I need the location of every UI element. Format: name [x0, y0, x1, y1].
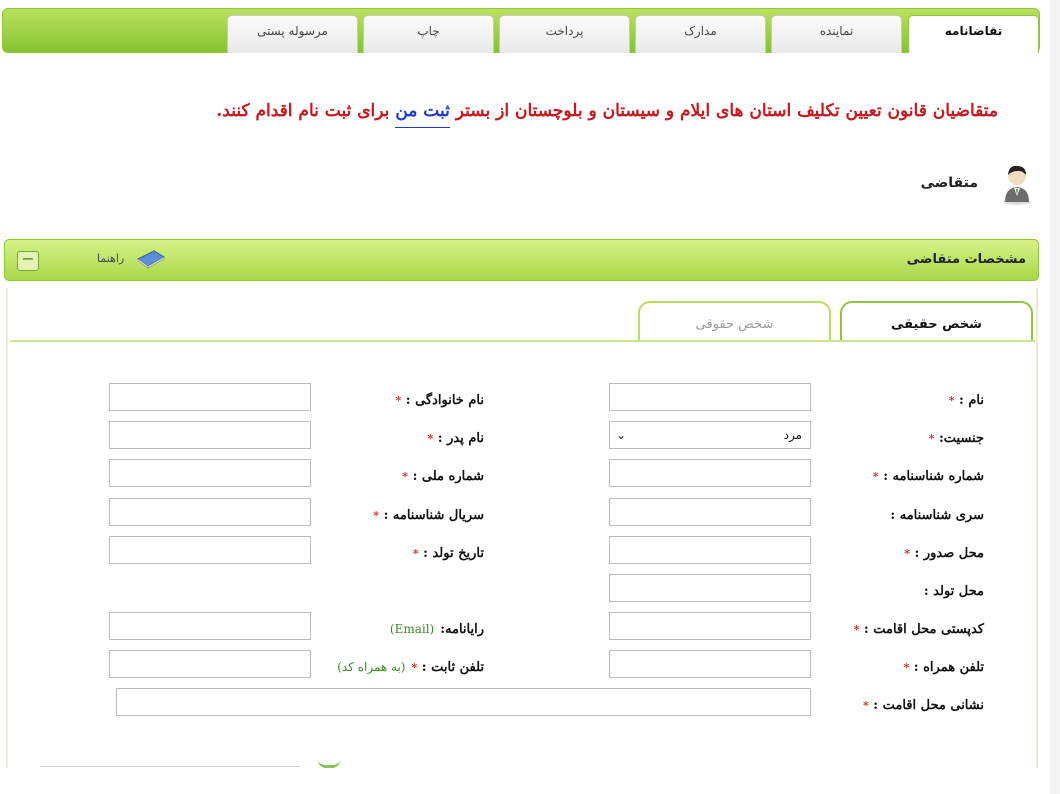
required-mark: * — [373, 509, 380, 522]
national-code-label-text: شماره ملی : — [412, 469, 484, 484]
top-tab-bar: تقاضانامه نماینده مدارک پرداخت چاپ مرسول… — [2, 8, 1040, 53]
user-icon — [1003, 165, 1031, 205]
required-mark: * — [853, 623, 860, 636]
postal-code-label-text: کدپستی محل اقامت : — [863, 622, 984, 637]
email-hint: (Email) — [389, 622, 435, 636]
subtab-divider — [10, 340, 1035, 342]
book-icon[interactable] — [136, 249, 166, 269]
gender-label-text: جنسیت: — [938, 431, 984, 446]
section-title: مشخصات متقاضی — [906, 252, 1026, 267]
issue-place-input[interactable] — [609, 536, 811, 564]
id-series-label: سری شناسنامه : — [890, 508, 984, 523]
address-label-text: نشانی محل اقامت : — [873, 698, 984, 713]
last-name-label: نام خانوادگی : * — [395, 393, 484, 408]
required-mark: * — [904, 547, 910, 560]
required-mark: * — [427, 432, 434, 445]
id-number-label-text: شماره شناسنامه : — [883, 469, 984, 484]
required-mark: * — [395, 394, 402, 407]
address-input[interactable] — [116, 688, 811, 716]
link-part-1: ثبت — [423, 101, 450, 121]
required-mark: * — [928, 432, 935, 445]
id-number-input[interactable] — [609, 459, 811, 487]
gender-select[interactable]: مرد ⌄ — [609, 421, 811, 449]
tab-representative[interactable]: نماینده — [771, 15, 902, 53]
phone-label: تلفن ثابت : * (به همراه کد) — [337, 660, 484, 675]
gender-label: جنسیت: * — [929, 431, 984, 446]
father-name-input[interactable] — [109, 421, 311, 449]
father-name-label-text: نام پدر : — [437, 431, 484, 446]
applicant-heading: متقاضی — [920, 175, 978, 191]
required-mark: * — [903, 661, 910, 674]
required-mark: * — [948, 394, 955, 407]
email-input[interactable] — [109, 612, 311, 640]
tab-payment[interactable]: پرداخت — [499, 15, 630, 53]
first-name-input[interactable] — [609, 383, 811, 411]
chevron-down-icon: ⌄ — [616, 428, 627, 442]
birth-date-label: تاریخ تولد : * — [413, 546, 484, 561]
last-name-input[interactable] — [109, 383, 311, 411]
birth-place-input[interactable] — [609, 574, 811, 602]
mobile-label: تلفن همراه : * — [903, 660, 984, 675]
id-serial-input[interactable] — [109, 498, 311, 526]
notice-message: متقاضیان قانون تعیین تکلیف استان های ایل… — [216, 101, 998, 128]
phone-hint: (به همراه کد) — [337, 660, 406, 674]
id-serial-label: سریال شناسنامه : * — [373, 508, 484, 523]
tab-application[interactable]: تقاضانامه — [908, 15, 1039, 53]
phone-label-text: تلفن ثابت : — [421, 660, 484, 675]
page-scrollbar[interactable] — [1050, 0, 1060, 794]
last-name-label-text: نام خانوادگی : — [405, 393, 484, 408]
link-part-2: من — [395, 101, 418, 121]
mobile-input[interactable] — [609, 650, 811, 678]
national-code-label: شماره ملی : * — [402, 469, 484, 484]
id-series-input[interactable] — [609, 498, 811, 526]
applicant-details-header: مشخصات متقاضی راهنما − — [4, 239, 1039, 281]
tab-postal-shipment[interactable]: مرسوله پستی — [227, 15, 358, 53]
required-mark: * — [862, 699, 869, 712]
national-code-input[interactable] — [109, 459, 311, 487]
postal-code-input[interactable] — [609, 612, 811, 640]
email-label-text: رایانامه: — [440, 622, 484, 637]
email-label: رایانامه: (Email) — [390, 622, 484, 637]
gender-selected-value: مرد — [783, 428, 802, 442]
id-number-label: شماره شناسنامه : * — [873, 469, 984, 484]
notice-text-before: متقاضیان قانون تعیین تکلیف استان های ایل… — [449, 101, 998, 121]
tab-natural-person[interactable]: شخص حقیقی — [840, 301, 1033, 341]
postal-code-label: کدپستی محل اقامت : * — [854, 622, 984, 637]
required-mark: * — [412, 547, 419, 560]
first-name-label-text: نام : — [959, 393, 984, 408]
first-name-label: نام : * — [949, 393, 984, 408]
help-link[interactable]: راهنما — [97, 252, 124, 265]
mobile-label-text: تلفن همراه : — [913, 660, 984, 675]
phone-input[interactable] — [109, 650, 311, 678]
required-mark: * — [411, 661, 418, 674]
father-name-label: نام پدر : * — [428, 431, 485, 446]
tab-legal-person[interactable]: شخص حقوقی — [638, 301, 831, 341]
address-label: نشانی محل اقامت : * — [863, 698, 984, 713]
issue-place-label-text: محل صدور : — [914, 546, 984, 561]
notice-text-after: برای ثبت نام اقدام کنند. — [216, 101, 396, 121]
birth-place-label: محل تولد : — [923, 584, 984, 599]
required-mark: * — [402, 470, 409, 483]
issue-place-label: محل صدور : * — [904, 546, 984, 561]
id-serial-label-text: سریال شناسنامه : — [383, 508, 484, 523]
footer-divider — [40, 766, 300, 767]
required-mark: * — [872, 470, 879, 483]
collapse-button[interactable]: − — [17, 251, 39, 271]
tab-print[interactable]: چاپ — [363, 15, 494, 53]
sabt-man-link[interactable]: ثبت من — [395, 101, 450, 128]
tab-documents[interactable]: مدارک — [635, 15, 766, 53]
birth-date-label-text: تاریخ تولد : — [423, 546, 484, 561]
birth-date-input[interactable] — [109, 536, 311, 564]
